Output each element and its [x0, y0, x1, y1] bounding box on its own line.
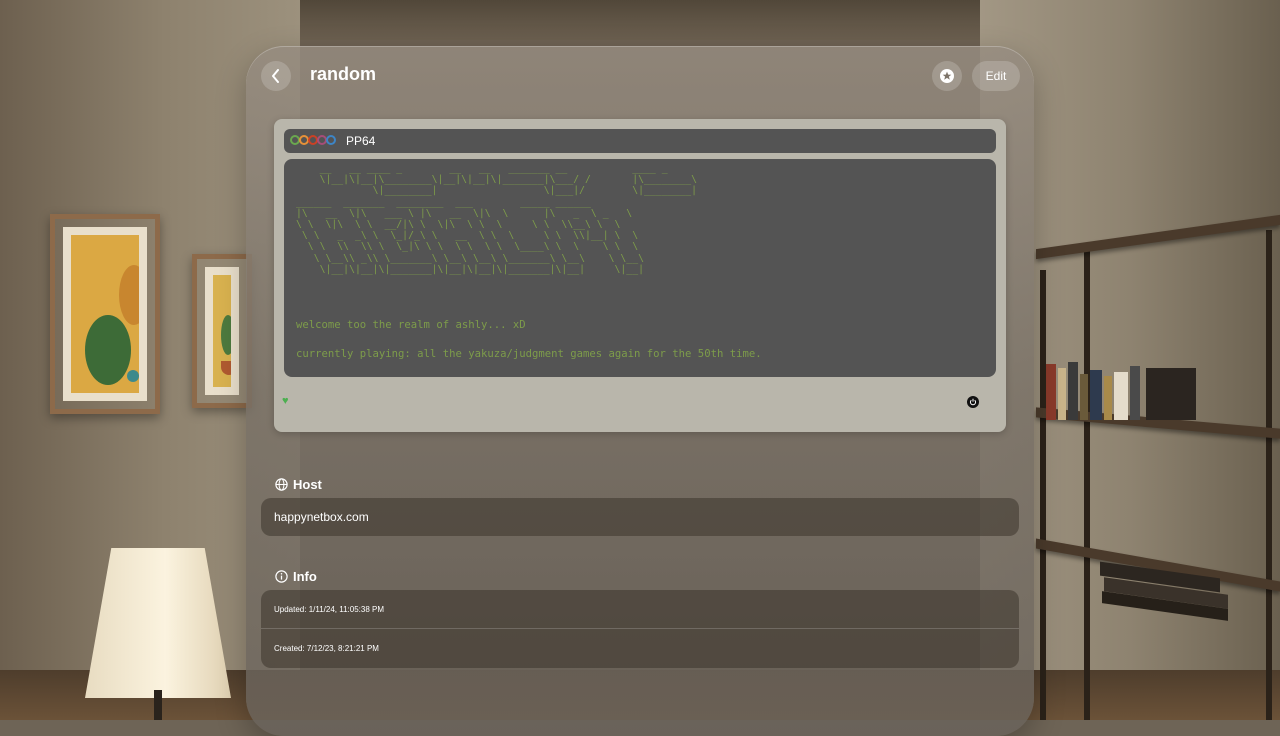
- stacked-books: [1100, 561, 1228, 621]
- olympic-rings-logo: [290, 134, 344, 148]
- star-badge-icon: [940, 69, 954, 83]
- heart-icon[interactable]: ♥: [282, 395, 289, 407]
- globe-icon: [275, 478, 288, 491]
- created-row: Created: 7/12/23, 8:21:21 PM: [261, 629, 1019, 668]
- shelf-post: [1040, 270, 1046, 720]
- welcome-text: welcome too the realm of ashly... xD: [296, 319, 526, 331]
- detail-window: random Edit PP64 __ __ ____ _ __ __ ____…: [246, 46, 1034, 736]
- host-value: happynetbox.com: [274, 510, 369, 524]
- preview-topbar-label: PP64: [346, 134, 376, 148]
- info-circle-icon: [275, 570, 288, 583]
- edit-button[interactable]: Edit: [972, 61, 1020, 91]
- currently-playing-text: currently playing: all the yakuza/judgme…: [296, 348, 762, 360]
- created-text: Created: 7/12/23, 8:21:21 PM: [274, 644, 379, 653]
- host-section-header: Host: [275, 477, 322, 492]
- books: [1046, 360, 1216, 420]
- site-preview[interactable]: PP64 __ __ ____ _ __ __ _______ __ ____ …: [274, 119, 1006, 432]
- info-heading: Info: [293, 569, 317, 584]
- page-title: random: [310, 64, 377, 84]
- preview-topbar: PP64: [284, 129, 996, 153]
- power-icon[interactable]: [967, 396, 979, 408]
- terminal-box: __ __ ____ _ __ __ _______ __ ____ _ \|_…: [284, 159, 996, 377]
- shelf-post: [1266, 230, 1272, 720]
- lamp-stand: [154, 690, 162, 720]
- info-section-header: Info: [275, 569, 317, 584]
- host-row[interactable]: happynetbox.com: [261, 498, 1019, 536]
- shelf-post: [1084, 250, 1090, 720]
- wall-art-small: [192, 254, 252, 408]
- wall-art-large: [50, 214, 160, 414]
- ascii-art-banner: __ __ ____ _ __ __ _______ __ ____ _ \|_…: [296, 163, 698, 275]
- chevron-left-icon: [272, 69, 279, 83]
- updated-text: Updated: 1/11/24, 11:05:38 PM: [274, 605, 385, 614]
- updated-row: Updated: 1/11/24, 11:05:38 PM: [261, 590, 1019, 629]
- back-button[interactable]: [261, 61, 291, 91]
- favorite-button[interactable]: [932, 61, 962, 91]
- info-list: Updated: 1/11/24, 11:05:38 PM Created: 7…: [261, 590, 1019, 668]
- host-heading: Host: [293, 477, 322, 492]
